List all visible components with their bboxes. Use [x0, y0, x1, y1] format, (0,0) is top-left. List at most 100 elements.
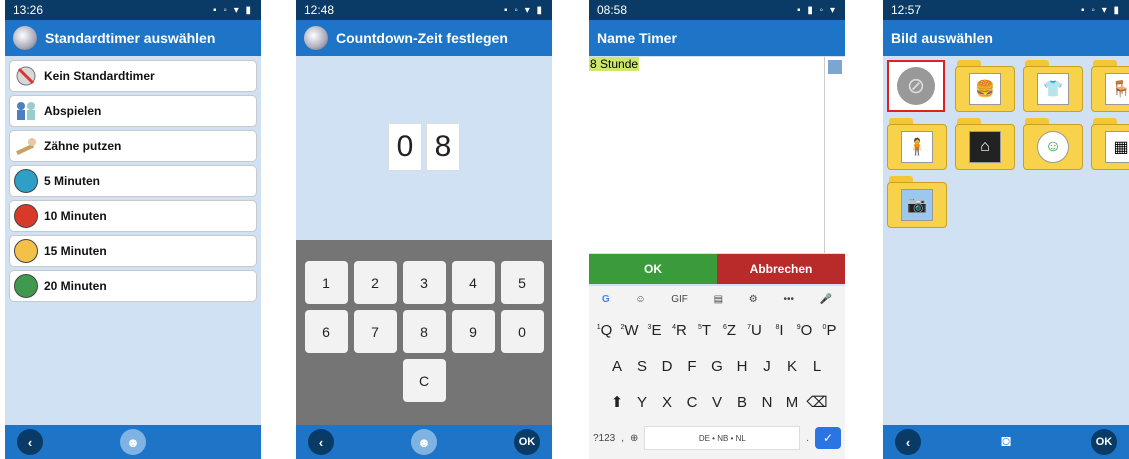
list-item-15-minuten[interactable]: 15 Minuten	[9, 235, 257, 267]
key-e[interactable]: 3E	[642, 322, 667, 339]
numeric-keypad: 1 2 3 4 5 6 7 8 9 0 C	[296, 240, 552, 425]
key-y[interactable]: Y	[630, 394, 655, 411]
key-0[interactable]: 0	[500, 310, 544, 353]
status-bar: 12:48 ▪ ◦ ▾ ▮	[296, 0, 552, 20]
key-8[interactable]: 8	[402, 310, 446, 353]
smiley-icon: ☺	[1037, 131, 1069, 163]
space-key[interactable]: DE • NB • NL	[644, 426, 801, 450]
camera-icon[interactable]: ◙	[1001, 433, 1011, 451]
status-bar: 12:57 ▪ ◦ ▾ ▮	[883, 0, 1129, 20]
key-u[interactable]: 7U	[742, 322, 767, 339]
list-item-kein-standardtimer[interactable]: Kein Standardtimer	[9, 60, 257, 92]
key-d[interactable]: D	[655, 358, 680, 375]
title-bar: Name Timer	[589, 20, 845, 56]
symbols-key[interactable]: ?123	[593, 433, 615, 444]
folder-emotions[interactable]: ☺	[1023, 118, 1083, 170]
key-i[interactable]: 8I	[767, 322, 792, 339]
list-item-zaehne-putzen[interactable]: Zähne putzen	[9, 130, 257, 162]
settings-icon[interactable]: ⚙	[749, 294, 758, 305]
key-7[interactable]: 7	[353, 310, 397, 353]
comma-key[interactable]: ,	[621, 433, 624, 444]
folder-clothing[interactable]: 👕	[1023, 60, 1083, 112]
countdown-display: 0 8	[296, 123, 552, 171]
list-item-abspielen[interactable]: Abspielen	[9, 95, 257, 127]
key-v[interactable]: V	[705, 394, 730, 411]
more-icon[interactable]: •••	[783, 294, 794, 305]
key-s[interactable]: S	[630, 358, 655, 375]
key-l[interactable]: L	[805, 358, 830, 375]
ok-button[interactable]: OK	[589, 254, 717, 284]
page-title: Standardtimer auswählen	[45, 30, 216, 46]
key-3[interactable]: 3	[402, 261, 446, 304]
key-z[interactable]: 6Z	[717, 322, 742, 339]
mic-icon[interactable]: 🎤	[820, 294, 832, 305]
back-button[interactable]: ‹	[308, 429, 334, 455]
list-item-10-minuten[interactable]: 10 Minuten	[9, 200, 257, 232]
google-icon[interactable]: G	[602, 294, 610, 305]
key-j[interactable]: J	[755, 358, 780, 375]
back-button[interactable]: ‹	[17, 429, 43, 455]
key-4[interactable]: 4	[451, 261, 495, 304]
globe-icon[interactable]: ⊕	[630, 433, 638, 444]
key-9[interactable]: 9	[451, 310, 495, 353]
key-m[interactable]: M	[780, 394, 805, 411]
screen-countdown: 12:48 ▪ ◦ ▾ ▮ Countdown-Zeit festlegen 0…	[296, 0, 552, 459]
key-a[interactable]: A	[605, 358, 630, 375]
key-5[interactable]: 5	[500, 261, 544, 304]
key-6[interactable]: 6	[304, 310, 348, 353]
period-key[interactable]: .	[806, 433, 809, 444]
key-o[interactable]: 9O	[792, 322, 817, 339]
key-2[interactable]: 2	[353, 261, 397, 304]
ok-button[interactable]: OK	[1090, 429, 1117, 455]
folder-home[interactable]: ⌂	[955, 118, 1015, 170]
photo-camera-icon: 📷	[901, 189, 933, 221]
list-item-label: 20 Minuten	[44, 279, 107, 293]
bottom-bar: ‹ ☻	[5, 425, 261, 459]
key-k[interactable]: K	[780, 358, 805, 375]
no-image-option[interactable]: ⊘	[887, 60, 945, 112]
key-w[interactable]: 2W	[617, 322, 642, 339]
name-input[interactable]: 8 Stunde	[589, 57, 825, 253]
key-f[interactable]: F	[680, 358, 705, 375]
gif-icon[interactable]: GIF	[671, 294, 688, 305]
key-1[interactable]: 1	[304, 261, 348, 304]
speak-people-button[interactable]: ☻	[411, 429, 437, 455]
speak-people-button[interactable]: ☻	[120, 429, 146, 455]
key-n[interactable]: N	[755, 394, 780, 411]
key-b[interactable]: B	[730, 394, 755, 411]
folder-school[interactable]: 🧍	[887, 118, 947, 170]
bottom-bar: ‹ ☻ OK	[296, 425, 552, 459]
green-circle-icon	[14, 274, 38, 298]
digit-tens[interactable]: 0	[388, 123, 422, 171]
status-icons: ▪ ◦ ▾ ▮	[1081, 4, 1121, 16]
back-button[interactable]: ‹	[895, 429, 921, 455]
backspace-icon[interactable]: ⌫	[805, 393, 830, 411]
title-bar: Standardtimer auswählen	[5, 20, 261, 56]
digit-ones[interactable]: 8	[426, 123, 460, 171]
clipboard-icon[interactable]: ▤	[714, 294, 723, 305]
key-r[interactable]: 4R	[667, 322, 692, 339]
kitchen-icon: 🪑	[1105, 73, 1129, 105]
key-x[interactable]: X	[655, 394, 680, 411]
folder-photos[interactable]: 📷	[887, 176, 947, 228]
cancel-button[interactable]: Abbrechen	[717, 254, 845, 284]
status-time: 08:58	[597, 3, 628, 17]
key-g[interactable]: G	[705, 358, 730, 375]
key-q[interactable]: 1Q	[592, 322, 617, 339]
folder-food-hygiene[interactable]: 🍔	[955, 60, 1015, 112]
folder-furniture[interactable]: 🪑	[1091, 60, 1129, 112]
key-h[interactable]: H	[730, 358, 755, 375]
shift-icon[interactable]: ⬆	[605, 393, 630, 411]
key-clear[interactable]: C	[402, 359, 446, 402]
key-c[interactable]: C	[680, 394, 705, 411]
key-t[interactable]: 5T	[692, 322, 717, 339]
emoji-icon[interactable]: ☺	[635, 294, 645, 305]
contact-side-button[interactable]	[824, 57, 845, 253]
folder-devices[interactable]: ▦	[1091, 118, 1129, 170]
key-p[interactable]: 0P	[817, 322, 842, 339]
list-item-20-minuten[interactable]: 20 Minuten	[9, 270, 257, 302]
list-item-5-minuten[interactable]: 5 Minuten	[9, 165, 257, 197]
ok-button[interactable]: OK	[514, 429, 540, 455]
no-image-icon: ⊘	[897, 67, 935, 105]
enter-check-icon[interactable]: ✓	[815, 427, 841, 449]
